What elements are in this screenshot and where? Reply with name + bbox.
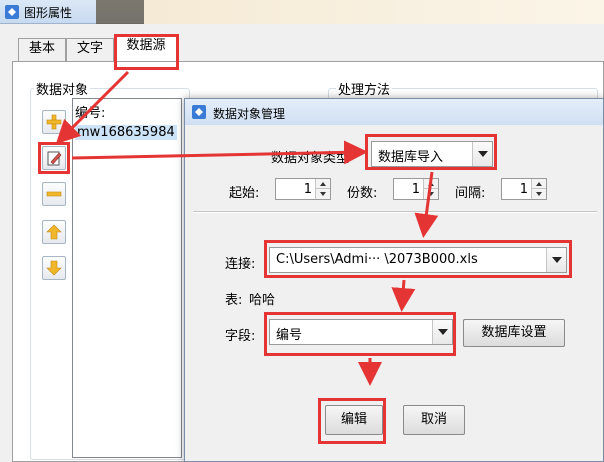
tab-text[interactable]: 文字: [66, 38, 114, 61]
list-item[interactable]: 编号:: [75, 102, 105, 121]
move-up-icon: [46, 224, 62, 240]
database-settings-button[interactable]: 数据库设置: [463, 319, 565, 347]
connection-label: 连接:: [225, 257, 256, 272]
type-label: 数据对象类型: [271, 151, 350, 166]
field-label: 字段:: [225, 329, 256, 344]
connection-select[interactable]: C:\Users\Admi··· \2073B000.xls: [269, 247, 567, 273]
spin-down-icon[interactable]: [315, 189, 330, 199]
field-select[interactable]: 编号: [269, 319, 453, 345]
tab-data-source[interactable]: 数据源: [114, 35, 178, 62]
copies-value: 1: [411, 182, 420, 197]
app-icon: [5, 5, 19, 19]
interval-label: 间隔:: [455, 186, 486, 201]
processing-method-group-label: 处理方法: [336, 79, 393, 98]
list-item[interactable]: mw168635984: [75, 125, 177, 140]
type-select[interactable]: 数据库导入: [371, 141, 493, 167]
edit-button[interactable]: 编辑: [325, 405, 383, 435]
spin-up-icon[interactable]: [531, 179, 546, 189]
background-decoration: [144, 0, 604, 24]
move-down-button[interactable]: [42, 256, 66, 280]
spin-down-icon[interactable]: [423, 189, 438, 199]
remove-button[interactable]: [42, 182, 66, 206]
spin-up-icon[interactable]: [315, 179, 330, 189]
add-icon: [46, 114, 62, 130]
chevron-down-icon[interactable]: [546, 248, 566, 272]
spin-down-icon[interactable]: [531, 189, 546, 199]
cancel-button[interactable]: 取消: [403, 405, 465, 435]
start-spinner[interactable]: 1: [275, 178, 331, 200]
connection-select-value: C:\Users\Admi··· \2073B000.xls: [276, 252, 478, 267]
move-down-icon: [46, 260, 62, 276]
background-decoration: [96, 0, 144, 24]
interval-spinner[interactable]: 1: [501, 178, 547, 200]
field-select-value: 编号: [276, 328, 303, 343]
data-object-manager-dialog: 数据对象管理 数据对象类型 数据库导入 起始: 1 份数: 1 间隔: 1 连接…: [184, 98, 604, 462]
copies-label: 份数:: [347, 186, 378, 201]
dialog-title: 数据对象管理: [213, 107, 286, 121]
type-select-value: 数据库导入: [378, 150, 444, 165]
add-button[interactable]: [42, 110, 66, 134]
chevron-down-icon[interactable]: [472, 142, 492, 166]
edit-data-object-button[interactable]: [42, 146, 66, 170]
spin-up-icon[interactable]: [423, 179, 438, 189]
table-label: 表:: [225, 293, 243, 308]
remove-icon: [46, 191, 62, 197]
table-value: 哈哈: [249, 293, 276, 308]
interval-value: 1: [519, 182, 528, 197]
dialog-title-bar: 数据对象管理: [185, 99, 603, 125]
copies-spinner[interactable]: 1: [393, 178, 439, 200]
divider: [193, 211, 597, 213]
data-object-list[interactable]: 编号: mw168635984: [72, 98, 182, 458]
window-title-bar: 图形属性: [0, 0, 604, 24]
chevron-down-icon[interactable]: [432, 320, 452, 344]
start-label: 起始:: [229, 186, 260, 201]
move-up-button[interactable]: [42, 220, 66, 244]
window-title: 图形属性: [24, 6, 73, 20]
start-value: 1: [303, 182, 312, 197]
edit-icon: [47, 151, 62, 166]
data-object-group-label: 数据对象: [34, 79, 91, 98]
tab-basic[interactable]: 基本: [18, 38, 66, 61]
app-icon: [192, 105, 206, 119]
